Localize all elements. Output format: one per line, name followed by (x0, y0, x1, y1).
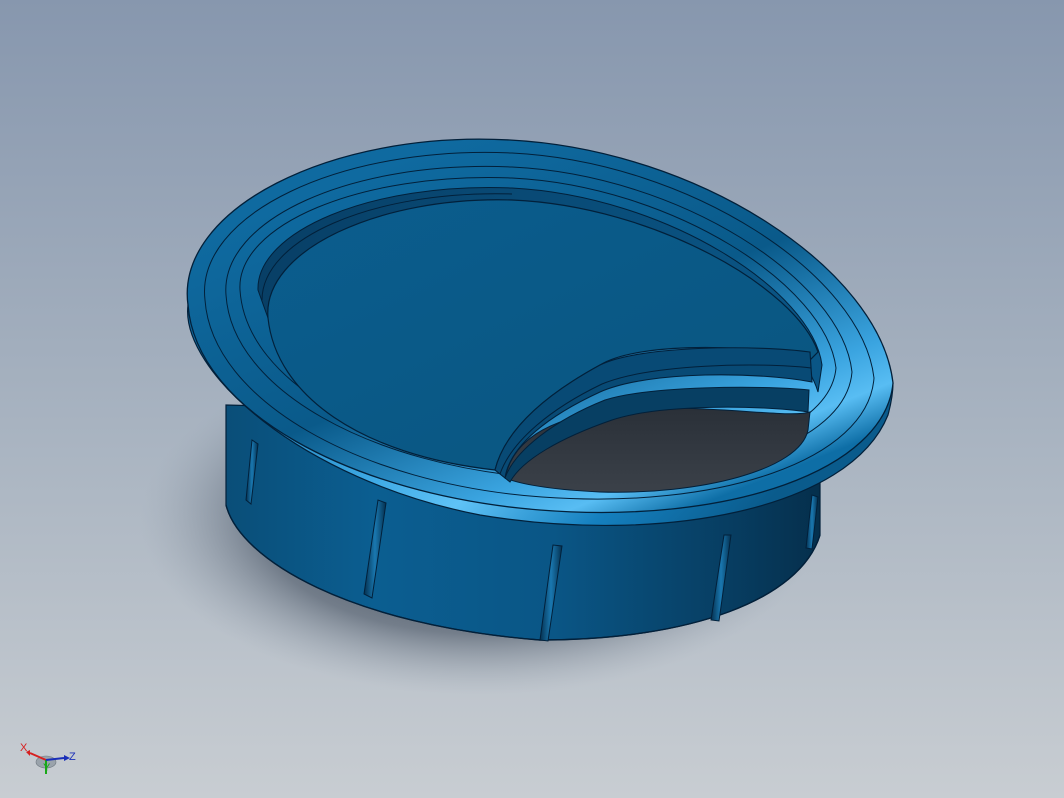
graphics-viewport[interactable]: X Y Z (0, 0, 1064, 798)
model-canvas[interactable] (0, 0, 1064, 798)
triad-x-label: X (20, 742, 28, 754)
triad-y-label: Y (43, 762, 51, 774)
triad-z-label: Z (69, 751, 76, 763)
orientation-triad[interactable]: X Y Z (18, 740, 82, 780)
